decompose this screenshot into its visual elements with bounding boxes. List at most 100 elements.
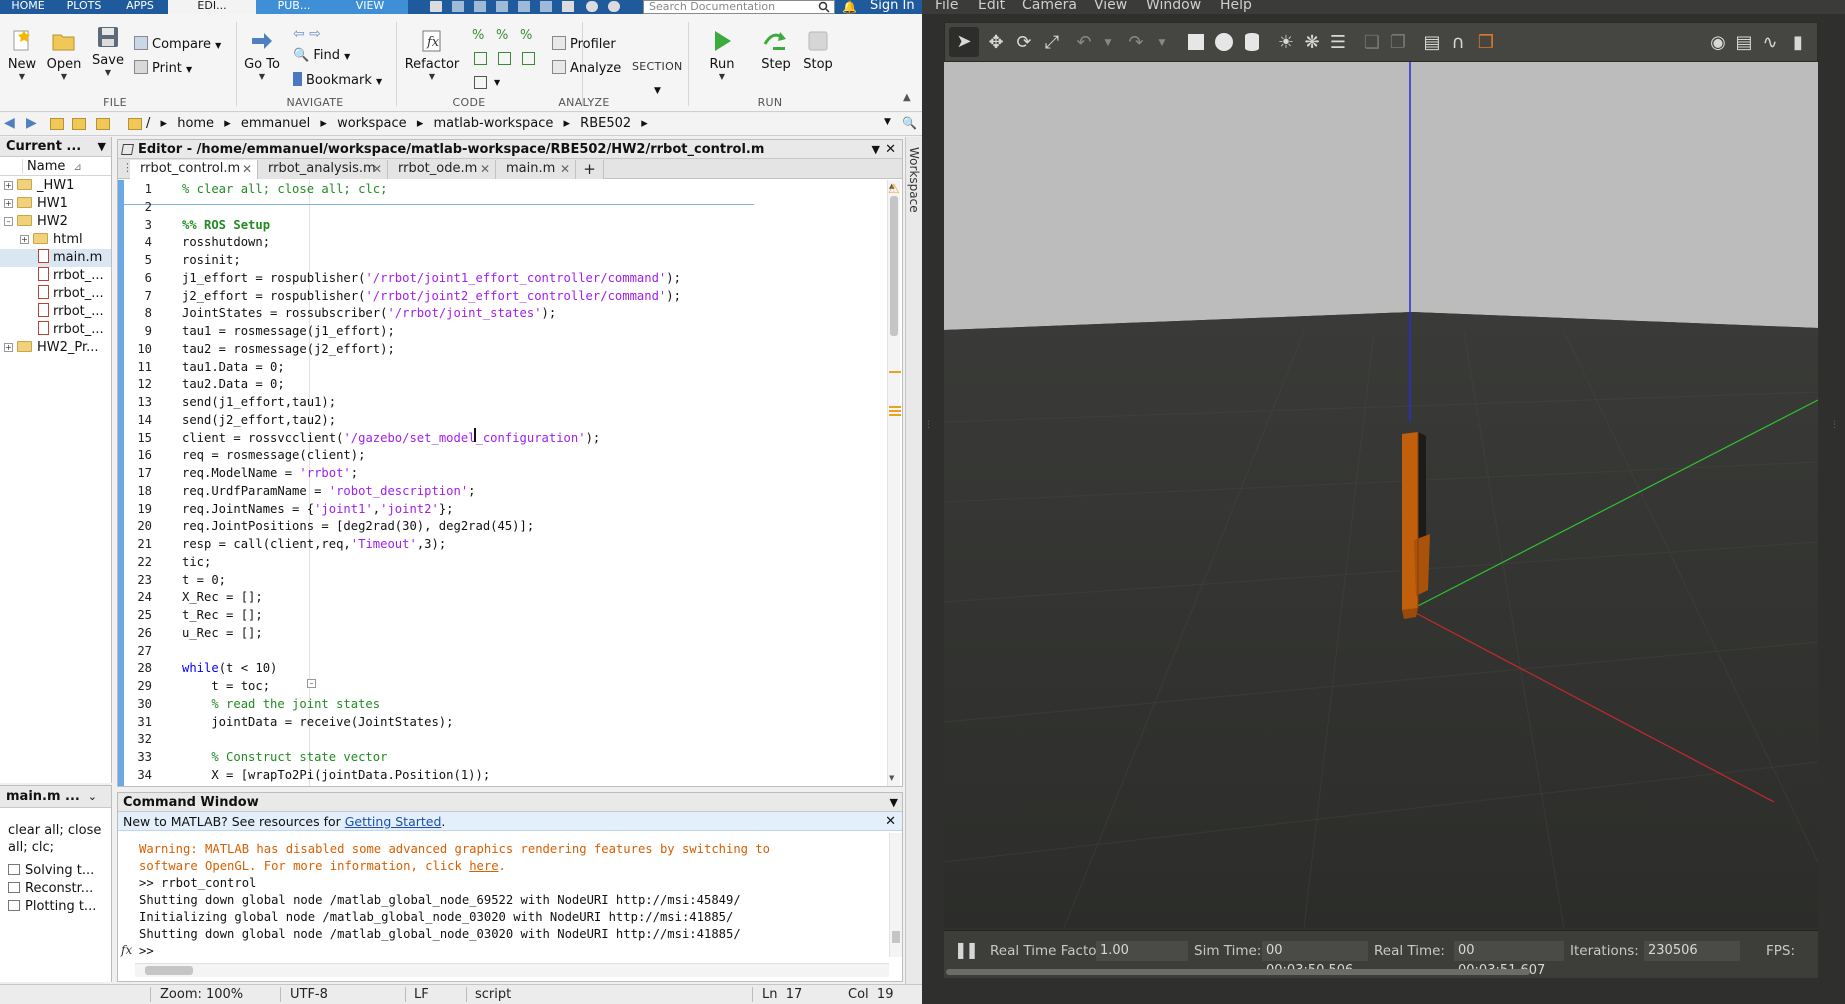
scrollbar-thumb[interactable] [892, 931, 900, 943]
file-item-selected[interactable]: main.m [0, 249, 111, 267]
code-line[interactable]: 33 % Construct state vector [118, 748, 818, 766]
code-line[interactable]: 11 tau1.Data = 0; [118, 358, 818, 376]
close-editor-icon[interactable]: ✕ [885, 140, 896, 158]
tab-editor[interactable]: EDI... [168, 0, 256, 14]
chevron-down-icon[interactable]: ▼ [494, 78, 500, 87]
quick-access-toolbar[interactable] [420, 1, 635, 13]
breadcrumb[interactable]: / ▸ home ▸ emmanuel ▸ workspace ▸ matlab… [146, 116, 654, 131]
file-item[interactable]: rrbot_... [38, 267, 104, 285]
tab-apps[interactable]: APPS [112, 0, 168, 14]
back-forward-nav-icon[interactable]: ⇦ ⇨ [293, 26, 321, 42]
analyze-button[interactable]: Analyze [552, 60, 621, 76]
new-button[interactable]: New ▼ [6, 28, 38, 81]
breadcrumb-item[interactable]: workspace [337, 116, 407, 131]
rotate-icon[interactable]: ⟳ [1013, 32, 1035, 54]
code-line[interactable]: 32 [118, 730, 818, 748]
cmd-menu-icon[interactable]: ▼ [890, 793, 898, 812]
tab-home[interactable]: HOME [0, 0, 56, 14]
breadcrumb-item[interactable]: matlab-workspace [434, 116, 554, 131]
timeline-scrollbar[interactable] [946, 969, 1530, 975]
translate-icon[interactable]: ✥ [985, 32, 1007, 54]
breadcrumb-item[interactable]: / [146, 116, 150, 131]
help-quick-icon[interactable] [586, 1, 598, 12]
run-button[interactable]: Run ▼ [702, 28, 742, 81]
redo-dropdown-icon[interactable]: ▼ [1151, 32, 1173, 54]
code-line[interactable]: 26 u_Rec = []; [118, 624, 818, 642]
code-line[interactable]: 30 % read the joint states [118, 695, 818, 713]
snap-magnet-icon[interactable]: ∩ [1447, 32, 1469, 54]
code-line[interactable]: 14 send(j2_effort,tau2); [118, 411, 818, 429]
cmd-vertical-scrollbar[interactable] [889, 833, 902, 957]
warning-icon[interactable]: ⚠ [888, 182, 900, 197]
decrease-indent-icon[interactable] [498, 52, 511, 65]
fx-function-browser-icon[interactable]: fx [121, 943, 132, 957]
folder-item[interactable]: – HW2 [4, 213, 68, 231]
paste-quick-icon[interactable] [496, 1, 508, 12]
history-folder-icon[interactable] [96, 118, 110, 130]
menu-view[interactable]: View [1094, 0, 1127, 13]
menu-window[interactable]: Window [1146, 0, 1201, 13]
compare-button[interactable]: Compare ▼ [134, 36, 221, 52]
code-line[interactable]: 15 client = rossvcclient('/gazebo/set_mod… [118, 429, 818, 447]
warning-marker[interactable] [889, 410, 901, 412]
open-button[interactable]: Open ▼ [44, 28, 84, 81]
workspace-collapsed-tab[interactable]: Workspace [905, 137, 922, 984]
scale-icon[interactable]: ⤢ [1041, 32, 1063, 54]
section-item[interactable]: Solving t... [8, 862, 96, 880]
scrollbar-thumb[interactable] [145, 966, 193, 975]
close-tab-icon[interactable]: ✕ [242, 160, 252, 178]
left-panel-handle-icon[interactable]: ⋮ [924, 420, 933, 430]
bookmark-button[interactable]: Bookmark ▼ [293, 72, 382, 88]
folder-item[interactable]: + _HW1 [4, 177, 74, 195]
warning-here-link[interactable]: here [469, 859, 498, 873]
switch-windows-icon[interactable] [562, 1, 574, 12]
close-tab-icon[interactable]: ✕ [480, 160, 490, 178]
align-icon[interactable]: ▤ [1421, 32, 1443, 54]
code-line[interactable]: 27 [118, 642, 818, 660]
code-line[interactable]: 31 jointData = receive(JointStates); [118, 713, 818, 731]
find-button[interactable]: 🔍 Find ▼ [293, 48, 350, 63]
code-line[interactable]: 22 tic; [118, 553, 818, 571]
redo-quick-icon[interactable] [540, 1, 552, 12]
rrbot-model[interactable] [1402, 432, 1430, 619]
code-line[interactable]: 2 [118, 198, 818, 216]
save-button[interactable]: Save ▼ [90, 24, 126, 77]
code-line[interactable]: 4 rosshutdown; [118, 233, 818, 251]
copy-quick-icon[interactable] [474, 1, 486, 12]
cut-quick-icon[interactable] [452, 1, 464, 12]
section-item[interactable]: Plotting t... [8, 898, 96, 916]
tab-view[interactable]: VIEW [332, 0, 408, 14]
video-record-icon[interactable]: ▮ [1787, 32, 1809, 54]
warning-marker[interactable] [889, 371, 901, 373]
code-line[interactable]: 28 while(t < 10) [118, 659, 818, 677]
back-icon[interactable]: ◀ [4, 115, 15, 131]
editor-menu-icon[interactable]: ▼ [872, 140, 880, 158]
search-icon[interactable] [818, 1, 830, 13]
point-light-icon[interactable]: ☀ [1275, 32, 1297, 54]
select-arrow-icon[interactable]: ➤ [949, 27, 979, 57]
menu-help[interactable]: Help [1220, 0, 1252, 13]
browse-folder-icon[interactable] [72, 118, 86, 130]
robot-link-2[interactable] [1414, 534, 1430, 596]
code-line[interactable]: 29 t = toc; [118, 677, 818, 695]
folder-item[interactable]: + HW1 [4, 195, 68, 213]
undo-icon[interactable]: ↶ [1073, 32, 1095, 54]
code-line[interactable]: 34 X = [wrapTo2Pi(jointData.Position(1))… [118, 766, 818, 784]
cmd-horizontal-scrollbar[interactable] [135, 963, 889, 977]
code-line[interactable]: 1 % clear all; close all; clc; [118, 180, 818, 198]
details-collapse-icon[interactable]: ⌄ [88, 786, 97, 808]
tab-publish[interactable]: PUB... [256, 0, 332, 14]
code-line[interactable]: 12 tau2.Data = 0; [118, 375, 818, 393]
undo-dropdown-icon[interactable]: ▼ [1097, 32, 1119, 54]
command-window[interactable]: Command Window ▼ New to MATLAB? See resou… [117, 792, 903, 982]
redo-icon[interactable]: ↷ [1125, 32, 1147, 54]
comment-icon[interactable]: % [472, 28, 484, 43]
tab-rrbot-control[interactable]: rrbot_control.m ✕ [130, 160, 258, 179]
increase-indent-icon[interactable] [522, 52, 535, 65]
tab-main[interactable]: main.m ✕ [496, 160, 576, 179]
goto-button[interactable]: Go To ▼ [242, 28, 282, 81]
code-line[interactable]: 8 JointStates = rossubscriber('/rrbot/joi… [118, 304, 818, 322]
code-line[interactable]: 20 req.JointPositions = [deg2rad(30), deg… [118, 517, 818, 535]
profiler-button[interactable]: Profiler [552, 36, 616, 52]
panel-menu-icon[interactable]: ▼ [98, 137, 106, 157]
